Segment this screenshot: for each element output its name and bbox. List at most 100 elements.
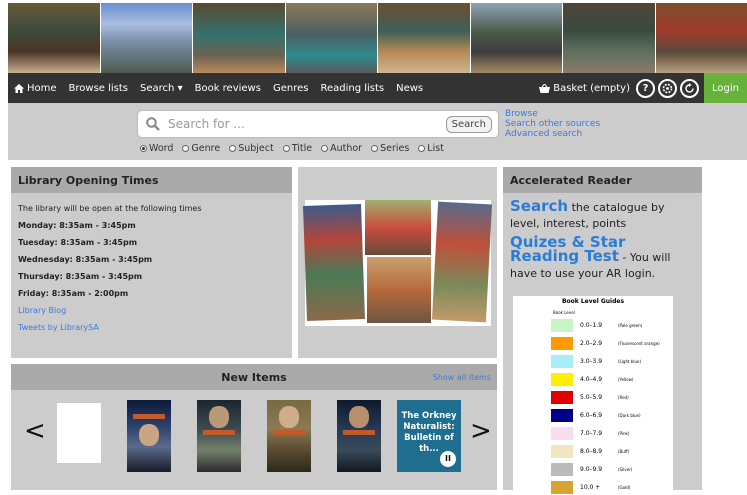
radio-label: Subject bbox=[238, 143, 274, 154]
hours-monday: Monday: 8:35am - 3:45pm bbox=[18, 217, 285, 234]
radio-author[interactable]: Author bbox=[321, 143, 362, 154]
other-sources-link[interactable]: Search other sources bbox=[505, 119, 600, 129]
photo-collage-panel bbox=[298, 167, 497, 358]
level-swatch bbox=[551, 337, 573, 350]
cover-logo bbox=[343, 430, 375, 435]
level-row: 2.0–2.9(Fluorescent orange) bbox=[513, 336, 673, 351]
level-range: 2.0–2.9 bbox=[580, 340, 618, 347]
level-row: 10.0 +(Gold) bbox=[513, 480, 673, 495]
banner-photo bbox=[101, 3, 194, 73]
radio-series[interactable]: Series bbox=[371, 143, 409, 154]
nav-genres-label: Genres bbox=[273, 83, 309, 94]
level-name: (Silver) bbox=[618, 467, 632, 472]
level-swatch bbox=[551, 463, 573, 476]
level-range: 3.0–3.9 bbox=[580, 358, 618, 365]
book-cover-blank[interactable] bbox=[57, 403, 101, 463]
advanced-search-link[interactable]: Advanced search bbox=[505, 129, 600, 139]
opening-times-title: Library Opening Times bbox=[11, 167, 292, 193]
book-cover[interactable] bbox=[267, 400, 311, 472]
nav-search[interactable]: Search ▾ bbox=[134, 83, 189, 94]
cover-logo bbox=[203, 430, 235, 435]
level-swatch bbox=[551, 355, 573, 368]
ar-quiz-link[interactable]: Quizes & Star Reading Test bbox=[510, 233, 625, 265]
level-row: 9.0–9.9(Silver) bbox=[513, 462, 673, 477]
cover-face bbox=[349, 406, 369, 428]
level-range: 8.0–8.9 bbox=[580, 448, 618, 455]
level-row: 8.0–8.9(Buff) bbox=[513, 444, 673, 459]
show-all-items-link[interactable]: Show all items bbox=[433, 373, 491, 382]
tweets-link[interactable]: Tweets by LibrarySA bbox=[18, 319, 285, 336]
new-items-panel: New Items Show all items < > The Orkney … bbox=[11, 364, 497, 490]
accessibility-button[interactable] bbox=[680, 79, 699, 98]
radio-dot bbox=[140, 145, 147, 152]
radio-genre[interactable]: Genre bbox=[182, 143, 220, 154]
nav-book-reviews-label: Book reviews bbox=[195, 83, 261, 94]
nav-reading-lists[interactable]: Reading lists bbox=[314, 83, 390, 94]
cover-art bbox=[337, 400, 381, 472]
basket-link[interactable]: Basket (empty) bbox=[533, 83, 636, 94]
login-button[interactable]: Login bbox=[704, 73, 747, 103]
radio-list[interactable]: List bbox=[418, 143, 444, 154]
radio-word[interactable]: Word bbox=[140, 143, 173, 154]
radio-label: Series bbox=[380, 143, 409, 154]
level-name: (Fluorescent orange) bbox=[618, 341, 660, 346]
library-blog-link[interactable]: Library Blog bbox=[18, 302, 285, 319]
banner-photo bbox=[471, 3, 564, 73]
search-area: Search for ... Search Word Genre Subject… bbox=[8, 103, 747, 160]
search-box: Search for ... Search bbox=[137, 110, 499, 138]
nav-news[interactable]: News bbox=[390, 83, 429, 94]
radio-dot bbox=[371, 145, 378, 152]
accelerated-reader-panel: Accelerated Reader Search the catalogue … bbox=[503, 167, 702, 490]
ar-search-link[interactable]: Search bbox=[510, 197, 568, 215]
next-arrow[interactable]: > bbox=[470, 416, 492, 446]
nav-reading-lists-label: Reading lists bbox=[320, 83, 384, 94]
nav-search-label: Search ▾ bbox=[140, 83, 183, 94]
login-label: Login bbox=[712, 83, 739, 94]
search-input[interactable]: Search for ... bbox=[168, 117, 446, 131]
level-range: 5.0–5.9 bbox=[580, 394, 618, 401]
level-swatch bbox=[551, 373, 573, 386]
level-range: 7.0–7.9 bbox=[580, 430, 618, 437]
radio-title[interactable]: Title bbox=[283, 143, 312, 154]
level-range: 0.0–1.9 bbox=[580, 322, 618, 329]
orkney-title: The Orkney Naturalist: Bulletin of th... bbox=[401, 411, 456, 454]
book-cover[interactable] bbox=[337, 400, 381, 472]
book-cover-orkney[interactable]: The Orkney Naturalist: Bulletin of th...… bbox=[397, 400, 461, 472]
level-name: (Dark blue) bbox=[618, 413, 641, 418]
search-button[interactable]: Search bbox=[446, 116, 492, 133]
banner-photo bbox=[656, 3, 747, 73]
radio-subject[interactable]: Subject bbox=[229, 143, 274, 154]
help-button[interactable]: ? bbox=[636, 79, 655, 98]
nav-home[interactable]: Home bbox=[8, 83, 63, 94]
nav-genres[interactable]: Genres bbox=[267, 83, 315, 94]
ar-search-text: Search the catalogue by level, interest,… bbox=[510, 199, 695, 231]
new-items-header: New Items Show all items bbox=[11, 364, 497, 390]
cover-face bbox=[279, 406, 299, 428]
settings-icon bbox=[662, 83, 673, 94]
ar-body: Search the catalogue by level, interest,… bbox=[503, 193, 702, 287]
level-swatch bbox=[551, 427, 573, 440]
cover-face bbox=[209, 406, 229, 428]
level-row: 0.0–1.9(Pale green) bbox=[513, 318, 673, 333]
browse-link[interactable]: Browse bbox=[505, 109, 600, 119]
radio-dot bbox=[182, 145, 189, 152]
prev-arrow[interactable]: < bbox=[24, 416, 46, 446]
book-cover[interactable] bbox=[127, 400, 171, 472]
radio-dot bbox=[321, 145, 328, 152]
home-icon bbox=[14, 84, 24, 93]
pause-button[interactable]: II bbox=[440, 451, 456, 467]
nav-browse-lists[interactable]: Browse lists bbox=[63, 83, 135, 94]
opening-times-panel: Library Opening Times The library will b… bbox=[11, 167, 292, 358]
radio-label: Word bbox=[149, 143, 173, 154]
nav-book-reviews[interactable]: Book reviews bbox=[189, 83, 267, 94]
header-banner bbox=[8, 3, 747, 73]
settings-button[interactable] bbox=[658, 79, 677, 98]
banner-photo bbox=[286, 3, 379, 73]
level-name: (Light blue) bbox=[618, 359, 641, 364]
banner-photo bbox=[563, 3, 656, 73]
cover-art bbox=[127, 400, 171, 472]
guide-header: Book Level bbox=[553, 310, 673, 315]
collage-photo bbox=[365, 200, 431, 255]
book-cover[interactable] bbox=[197, 400, 241, 472]
hours-thursday: Thursday: 8:35am - 3:45pm bbox=[18, 268, 285, 285]
